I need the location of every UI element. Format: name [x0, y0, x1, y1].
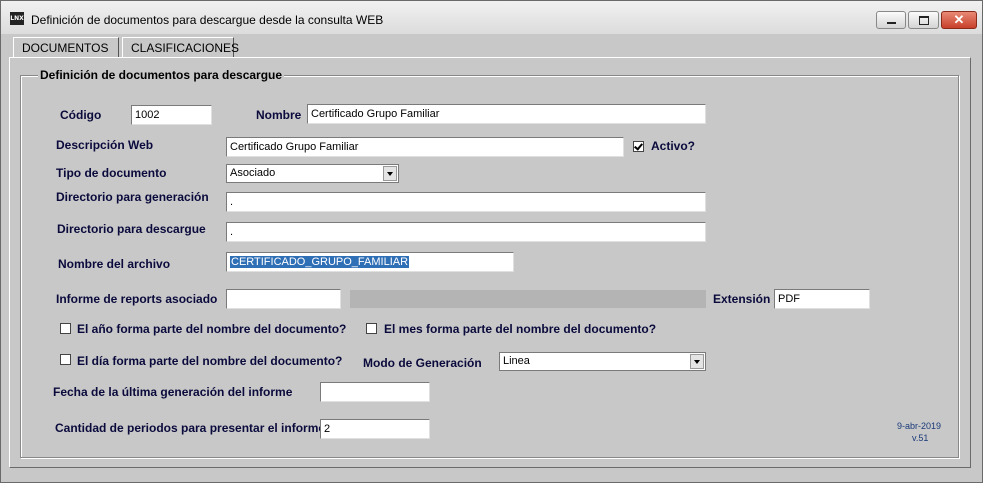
informe-label: Informe de reports asociado: [56, 292, 218, 306]
tipo-documento-select[interactable]: Asociado: [226, 164, 399, 183]
window-title: Definición de documentos para descargue …: [31, 13, 384, 27]
extension-label: Extensión: [713, 292, 771, 306]
codigo-label: Código: [60, 108, 102, 122]
activo-checkbox[interactable]: [633, 141, 644, 152]
descripcion-web-field[interactable]: Certificado Grupo Familiar: [226, 137, 624, 157]
cantidad-periodos-field[interactable]: 2: [320, 419, 430, 439]
modo-generacion-label: Modo de Generación: [363, 356, 482, 370]
tab-clasificaciones[interactable]: CLASIFICACIONES: [122, 37, 239, 57]
modo-generacion-value: Linea: [503, 355, 530, 367]
dia-checkbox[interactable]: [60, 354, 71, 365]
nombre-archivo-selected-text: CERTIFICADO_GRUPO_FAMILIAR: [230, 256, 410, 268]
extension-field[interactable]: PDF: [774, 289, 870, 309]
fecha-ultima-generacion-label: Fecha de la última generación del inform…: [53, 385, 293, 399]
app-icon: LNX: [10, 12, 24, 25]
dia-label: El día forma parte del nombre del docume…: [77, 354, 343, 368]
close-icon: ✕: [953, 12, 965, 27]
cantidad-periodos-label: Cantidad de periodos para presentar el i…: [55, 421, 326, 435]
title-bar[interactable]: LNX Definición de documentos para descar…: [1, 1, 982, 34]
informe-field[interactable]: [226, 289, 341, 309]
anio-checkbox[interactable]: [60, 323, 71, 334]
tipo-documento-value: Asociado: [230, 167, 276, 179]
nombre-archivo-field[interactable]: CERTIFICADO_GRUPO_FAMILIAR: [226, 252, 514, 272]
nombre-field[interactable]: Certificado Grupo Familiar: [307, 104, 706, 124]
chevron-down-icon[interactable]: [690, 354, 704, 369]
version-number: v.51: [912, 433, 929, 443]
maximize-icon: [909, 12, 938, 28]
version-date: 9-abr-2019: [897, 421, 942, 431]
codigo-field[interactable]: 1002: [131, 105, 212, 125]
directorio-descargue-label: Directorio para descargue: [57, 222, 206, 236]
fecha-ultima-generacion-field[interactable]: [320, 382, 430, 402]
minimize-icon: [877, 12, 905, 28]
group-title: Definición de documentos para descargue: [38, 68, 285, 82]
tipo-documento-label: Tipo de documento: [56, 166, 167, 180]
directorio-descargue-field[interactable]: .: [226, 222, 706, 242]
close-button[interactable]: ✕: [941, 11, 977, 29]
chevron-down-icon[interactable]: [383, 166, 397, 181]
descripcion-web-label: Descripción Web: [56, 138, 154, 152]
mes-checkbox[interactable]: [366, 323, 377, 334]
tab-documentos[interactable]: DOCUMENTOS: [13, 37, 119, 58]
directorio-generacion-label: Directorio para generación: [56, 190, 209, 204]
modo-generacion-select[interactable]: Linea: [499, 352, 706, 371]
directorio-generacion-field[interactable]: .: [226, 192, 706, 212]
minimize-button[interactable]: [876, 11, 906, 29]
informe-description-field: [350, 290, 706, 308]
activo-label: Activo?: [651, 139, 696, 153]
maximize-button[interactable]: [908, 11, 939, 29]
nombre-archivo-label: Nombre del archivo: [58, 257, 171, 271]
anio-label: El año forma parte del nombre del docume…: [77, 322, 347, 336]
mes-label: El mes forma parte del nombre del docume…: [384, 322, 657, 336]
nombre-label: Nombre: [256, 108, 302, 122]
